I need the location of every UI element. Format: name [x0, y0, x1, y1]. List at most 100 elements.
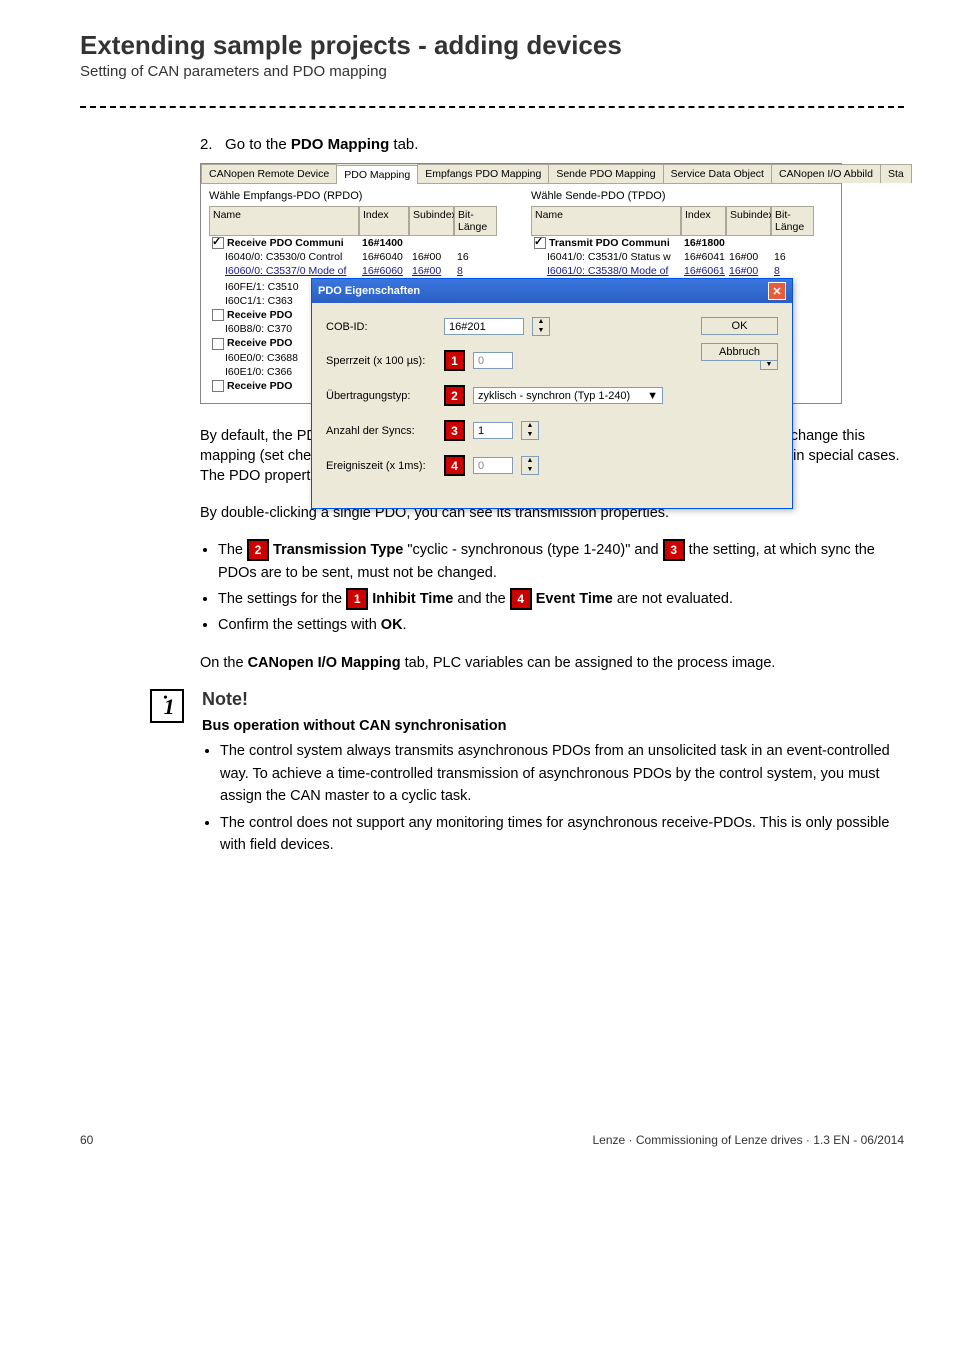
note-subtitle: Bus operation without CAN synchronisatio…	[202, 718, 904, 734]
cell: I6061/0: C3538/0 Mode of	[547, 265, 668, 277]
inhibit-time-label: Sperrzeit (x 100 µs):	[326, 355, 436, 367]
col-name[interactable]: Name	[531, 206, 681, 236]
transmission-type-select[interactable]: zyklisch - synchron (Typ 1-240) ▼	[473, 387, 663, 404]
bullet-1: The 2 Transmission Type "cyclic - synchr…	[218, 539, 904, 584]
tab-status[interactable]: Sta	[880, 164, 912, 183]
checkbox-icon[interactable]	[212, 237, 224, 249]
list-item[interactable]: Receive PDO	[227, 309, 292, 321]
note-bullet-2: The control does not support any monitor…	[220, 812, 904, 857]
col-name[interactable]: Name	[209, 206, 359, 236]
page-title: Extending sample projects - adding devic…	[80, 30, 904, 61]
sync-count-label: Anzahl der Syncs:	[326, 425, 436, 437]
note-title: Note!	[202, 689, 904, 710]
cell: 16#6060	[359, 264, 409, 278]
list-item[interactable]: Receive PDO	[227, 337, 292, 349]
step-number: 2.	[200, 136, 213, 153]
close-icon[interactable]: ✕	[768, 282, 786, 300]
rpdo-row-2[interactable]: I6060/0: C3537/0 Mode of 16#6060 16#00 8	[209, 264, 511, 278]
ok-button[interactable]: OK	[701, 317, 778, 335]
cell: Transmit PDO Communi	[549, 237, 670, 249]
cell: 16	[454, 250, 497, 264]
spinner-icon[interactable]: ▲▼	[532, 317, 550, 336]
rpdo-row-1[interactable]: I6040/0: C3530/0 Control 16#6040 16#00 1…	[209, 250, 511, 264]
badge-2-inline: 2	[247, 539, 269, 561]
cob-id-input[interactable]: 16#201	[444, 318, 524, 335]
tpdo-row-1[interactable]: I6041/0: C3531/0 Status w 16#6041 16#00 …	[531, 250, 833, 264]
cell: 8	[454, 264, 497, 278]
rpdo-row-0[interactable]: Receive PDO Communi 16#1400	[209, 236, 511, 250]
cell: 16#00	[726, 264, 771, 278]
cell	[726, 236, 771, 250]
tpdo-row-2[interactable]: I6061/0: C3538/0 Mode of 16#6061 16#00 8	[531, 264, 833, 278]
pdo-properties-dialog: PDO Eigenschaften ✕ OK Abbruch COB-ID: 1…	[311, 278, 793, 509]
cell: 16#1400	[359, 236, 409, 250]
transmission-type-label: Übertragungstyp:	[326, 390, 436, 402]
badge-2: 2	[444, 385, 465, 406]
event-time-input[interactable]: 0	[473, 457, 513, 474]
checkbox-icon[interactable]	[212, 338, 224, 350]
badge-1: 1	[444, 350, 465, 371]
col-subindex[interactable]: Subindex	[726, 206, 771, 236]
cell: 16#1800	[681, 236, 726, 250]
cell: I6060/0: C3537/0 Mode of	[225, 265, 346, 277]
list-item[interactable]: Receive PDO	[227, 380, 292, 392]
badge-1-inline: 1	[346, 588, 368, 610]
cancel-button[interactable]: Abbruch	[701, 343, 778, 361]
cell: 8	[771, 264, 814, 278]
step-text-pre: Go to the	[225, 136, 291, 153]
cob-id-label: COB-ID:	[326, 321, 436, 333]
tab-pdo-mapping[interactable]: PDO Mapping	[336, 165, 418, 184]
spinner-icon[interactable]: ▲▼	[521, 421, 539, 440]
bullet-2: The settings for the 1 Inhibit Time and …	[218, 588, 904, 610]
step-text-bold: PDO Mapping	[291, 136, 389, 153]
footer-text: Lenze · Commissioning of Lenze drives · …	[593, 1133, 905, 1147]
step-2: 2. Go to the PDO Mapping tab.	[200, 136, 904, 153]
sync-count-input[interactable]: 1	[473, 422, 513, 439]
cell: 16#00	[409, 250, 454, 264]
cell	[409, 236, 454, 250]
checkbox-icon[interactable]	[534, 237, 546, 249]
col-subindex[interactable]: Subindex	[409, 206, 454, 236]
paragraph-3: On the CANopen I/O Mapping tab, PLC vari…	[200, 653, 904, 673]
tab-service-data[interactable]: Service Data Object	[663, 164, 772, 183]
col-index[interactable]: Index	[359, 206, 409, 236]
cell: 16#6061	[681, 264, 726, 278]
page-subtitle: Setting of CAN parameters and PDO mappin…	[80, 63, 904, 80]
spinner-icon[interactable]: ▲▼	[521, 456, 539, 475]
checkbox-icon[interactable]	[212, 309, 224, 321]
screenshot-pdo-mapping: CANopen Remote Device PDO Mapping Empfan…	[200, 163, 842, 404]
inhibit-time-input[interactable]: 0	[473, 352, 513, 369]
col-bitlength[interactable]: Bit-Länge	[771, 206, 814, 236]
tab-canopen-io-abbild[interactable]: CANopen I/O Abbild	[771, 164, 881, 183]
cell: 16#6040	[359, 250, 409, 264]
chevron-down-icon: ▼	[647, 390, 658, 402]
checkbox-icon[interactable]	[212, 380, 224, 392]
badge-4: 4	[444, 455, 465, 476]
page-number: 60	[80, 1133, 93, 1147]
col-bitlength[interactable]: Bit-Länge	[454, 206, 497, 236]
col-index[interactable]: Index	[681, 206, 726, 236]
rpdo-caption: Wähle Empfangs-PDO (RPDO)	[209, 190, 511, 206]
tpdo-row-0[interactable]: Transmit PDO Communi 16#1800	[531, 236, 833, 250]
tab-bar: CANopen Remote Device PDO Mapping Empfan…	[201, 164, 841, 184]
step-text-post: tab.	[389, 136, 418, 153]
cell: I6041/0: C3531/0 Status w	[531, 250, 681, 264]
cell: 16#6041	[681, 250, 726, 264]
cell: Receive PDO Communi	[227, 237, 344, 249]
tpdo-grid-header: Name Index Subindex Bit-Länge	[531, 206, 833, 236]
tab-empfangs-pdo[interactable]: Empfangs PDO Mapping	[417, 164, 549, 183]
tpdo-caption: Wähle Sende-PDO (TPDO)	[531, 190, 833, 206]
badge-3: 3	[444, 420, 465, 441]
tab-canopen-remote[interactable]: CANopen Remote Device	[201, 164, 337, 183]
cell: 16	[771, 250, 814, 264]
divider	[80, 106, 904, 108]
cell: 16#00	[409, 264, 454, 278]
note-bullet-1: The control system always transmits asyn…	[220, 740, 904, 807]
info-icon: 1	[150, 689, 184, 723]
dialog-title: PDO Eigenschaften	[318, 285, 420, 297]
cell	[454, 236, 497, 250]
tab-sende-pdo[interactable]: Sende PDO Mapping	[548, 164, 663, 183]
cell	[771, 236, 814, 250]
select-value: zyklisch - synchron (Typ 1-240)	[478, 390, 630, 402]
rpdo-grid-header: Name Index Subindex Bit-Länge	[209, 206, 511, 236]
